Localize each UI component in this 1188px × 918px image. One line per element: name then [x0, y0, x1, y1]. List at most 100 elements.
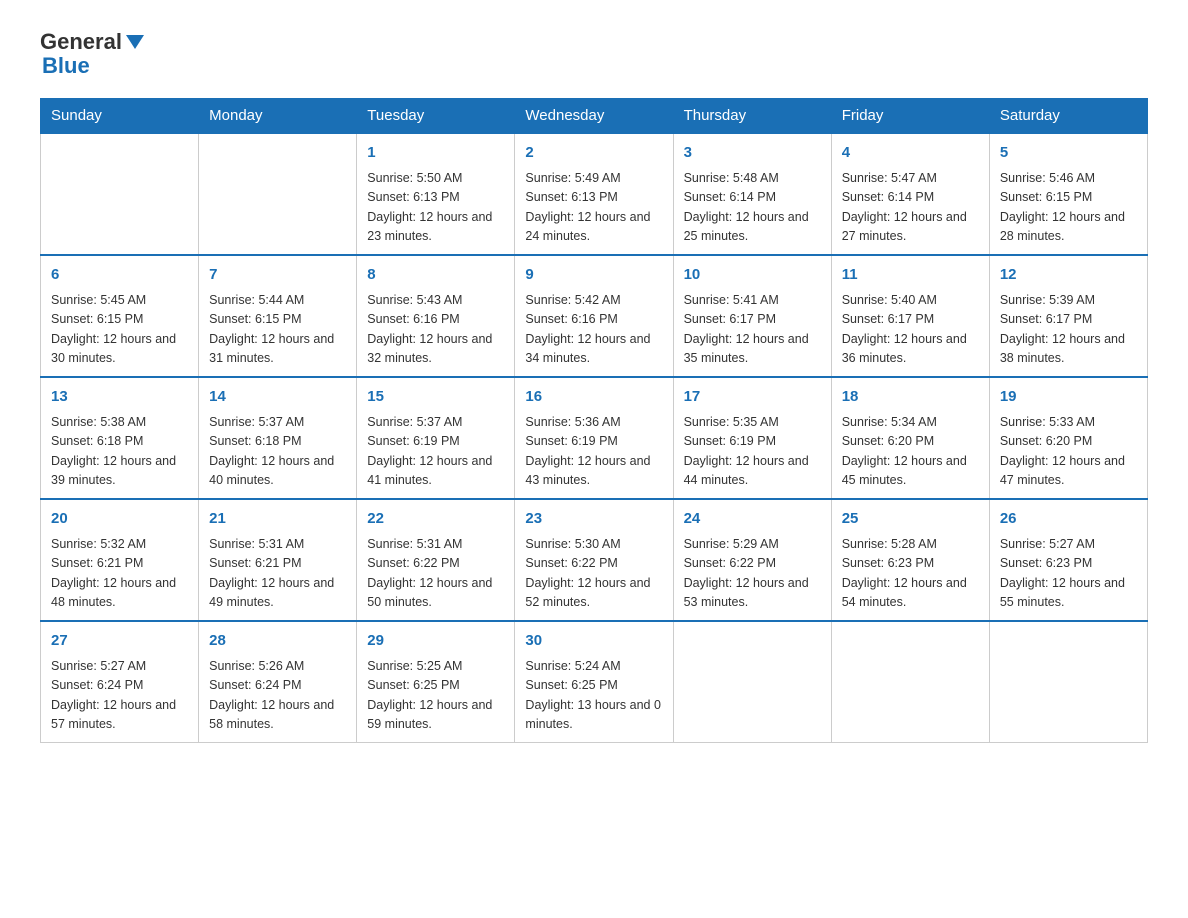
day-cell-10: 10 Sunrise: 5:41 AMSunset: 6:17 PMDayligh… — [673, 255, 831, 377]
col-header-thursday: Thursday — [673, 99, 831, 134]
day-number: 5 — [1000, 142, 1137, 165]
day-info: Sunrise: 5:33 AMSunset: 6:20 PMDaylight:… — [1000, 413, 1137, 491]
day-cell-22: 22Sunrise: 5:31 AMSunset: 6:22 PMDayligh… — [357, 499, 515, 621]
day-number: 19 — [1000, 386, 1137, 409]
logo-general-text: General — [40, 30, 122, 54]
day-info: Sunrise: 5:40 AMSunset: 6:17 PMDaylight:… — [842, 291, 979, 369]
week-row-1: 1Sunrise: 5:50 AMSunset: 6:13 PMDaylight… — [41, 133, 1148, 255]
day-number: 21 — [209, 508, 346, 531]
week-row-3: 13 Sunrise: 5:38 AMSunset: 6:18 PMDayligh… — [41, 377, 1148, 499]
day-number: 12 — [1000, 264, 1137, 287]
day-cell-23: 23 Sunrise: 5:30 AMSunset: 6:22 PMDayligh… — [515, 499, 673, 621]
logo-icon — [126, 35, 144, 49]
day-cell-16: 16 Sunrise: 5:36 AMSunset: 6:19 PMDayligh… — [515, 377, 673, 499]
day-info: Sunrise: 5:30 AMSunset: 6:22 PMDaylight:… — [525, 535, 662, 613]
empty-cell — [989, 621, 1147, 743]
day-info: Sunrise: 5:42 AMSunset: 6:16 PMDaylight:… — [525, 291, 662, 369]
day-cell-19: 19 Sunrise: 5:33 AMSunset: 6:20 PMDayligh… — [989, 377, 1147, 499]
day-info: Sunrise: 5:29 AMSunset: 6:22 PMDaylight:… — [684, 535, 821, 613]
week-row-2: 6 Sunrise: 5:45 AMSunset: 6:15 PMDaylight… — [41, 255, 1148, 377]
col-header-sunday: Sunday — [41, 99, 199, 134]
day-number: 30 — [525, 630, 662, 653]
day-cell-25: 25Sunrise: 5:28 AMSunset: 6:23 PMDayligh… — [831, 499, 989, 621]
day-cell-15: 15 Sunrise: 5:37 AMSunset: 6:19 PMDayligh… — [357, 377, 515, 499]
day-number: 9 — [525, 264, 662, 287]
day-cell-29: 29Sunrise: 5:25 AMSunset: 6:25 PMDayligh… — [357, 621, 515, 743]
day-info: Sunrise: 5:32 AMSunset: 6:21 PMDaylight:… — [51, 535, 188, 613]
logo-group: General Blue — [40, 30, 144, 78]
day-info: Sunrise: 5:31 AMSunset: 6:22 PMDaylight:… — [367, 535, 504, 613]
day-cell-13: 13 Sunrise: 5:38 AMSunset: 6:18 PMDayligh… — [41, 377, 199, 499]
day-cell-17: 17Sunrise: 5:35 AMSunset: 6:19 PMDayligh… — [673, 377, 831, 499]
col-header-saturday: Saturday — [989, 99, 1147, 134]
empty-cell — [41, 133, 199, 255]
day-cell-21: 21 Sunrise: 5:31 AMSunset: 6:21 PMDayligh… — [199, 499, 357, 621]
col-header-monday: Monday — [199, 99, 357, 134]
day-info: Sunrise: 5:38 AMSunset: 6:18 PMDaylight:… — [51, 413, 188, 491]
day-number: 13 — [51, 386, 188, 409]
day-info: Sunrise: 5:36 AMSunset: 6:19 PMDaylight:… — [525, 413, 662, 491]
day-info: Sunrise: 5:45 AMSunset: 6:15 PMDaylight:… — [51, 291, 188, 369]
col-header-friday: Friday — [831, 99, 989, 134]
calendar-table: SundayMondayTuesdayWednesdayThursdayFrid… — [40, 98, 1148, 743]
day-info: Sunrise: 5:39 AMSunset: 6:17 PMDaylight:… — [1000, 291, 1137, 369]
col-header-tuesday: Tuesday — [357, 99, 515, 134]
day-number: 4 — [842, 142, 979, 165]
day-info: Sunrise: 5:49 AMSunset: 6:13 PMDaylight:… — [525, 169, 662, 247]
day-number: 20 — [51, 508, 188, 531]
day-cell-11: 11 Sunrise: 5:40 AMSunset: 6:17 PMDayligh… — [831, 255, 989, 377]
day-number: 11 — [842, 264, 979, 287]
empty-cell — [673, 621, 831, 743]
day-cell-18: 18 Sunrise: 5:34 AMSunset: 6:20 PMDayligh… — [831, 377, 989, 499]
day-number: 3 — [684, 142, 821, 165]
day-info: Sunrise: 5:27 AMSunset: 6:24 PMDaylight:… — [51, 657, 188, 735]
day-cell-4: 4 Sunrise: 5:47 AMSunset: 6:14 PMDaylight… — [831, 133, 989, 255]
day-cell-7: 7 Sunrise: 5:44 AMSunset: 6:15 PMDaylight… — [199, 255, 357, 377]
day-info: Sunrise: 5:48 AMSunset: 6:14 PMDaylight:… — [684, 169, 821, 247]
day-number: 1 — [367, 142, 504, 165]
day-info: Sunrise: 5:37 AMSunset: 6:18 PMDaylight:… — [209, 413, 346, 491]
day-number: 6 — [51, 264, 188, 287]
week-row-4: 20 Sunrise: 5:32 AMSunset: 6:21 PMDayligh… — [41, 499, 1148, 621]
day-number: 24 — [684, 508, 821, 531]
day-number: 29 — [367, 630, 504, 653]
day-number: 10 — [684, 264, 821, 287]
day-number: 15 — [367, 386, 504, 409]
day-info: Sunrise: 5:24 AMSunset: 6:25 PMDaylight:… — [525, 657, 662, 735]
day-cell-9: 9 Sunrise: 5:42 AMSunset: 6:16 PMDaylight… — [515, 255, 673, 377]
day-number: 17 — [684, 386, 821, 409]
empty-cell — [831, 621, 989, 743]
day-number: 25 — [842, 508, 979, 531]
day-cell-24: 24 Sunrise: 5:29 AMSunset: 6:22 PMDayligh… — [673, 499, 831, 621]
day-info: Sunrise: 5:37 AMSunset: 6:19 PMDaylight:… — [367, 413, 504, 491]
day-number: 16 — [525, 386, 662, 409]
day-number: 23 — [525, 508, 662, 531]
day-cell-8: 8 Sunrise: 5:43 AMSunset: 6:16 PMDaylight… — [357, 255, 515, 377]
day-info: Sunrise: 5:47 AMSunset: 6:14 PMDaylight:… — [842, 169, 979, 247]
day-info: Sunrise: 5:46 AMSunset: 6:15 PMDaylight:… — [1000, 169, 1137, 247]
day-cell-14: 14 Sunrise: 5:37 AMSunset: 6:18 PMDayligh… — [199, 377, 357, 499]
day-info: Sunrise: 5:44 AMSunset: 6:15 PMDaylight:… — [209, 291, 346, 369]
day-cell-30: 30 Sunrise: 5:24 AMSunset: 6:25 PMDayligh… — [515, 621, 673, 743]
day-number: 8 — [367, 264, 504, 287]
col-header-wednesday: Wednesday — [515, 99, 673, 134]
day-info: Sunrise: 5:41 AMSunset: 6:17 PMDaylight:… — [684, 291, 821, 369]
day-number: 2 — [525, 142, 662, 165]
day-cell-27: 27Sunrise: 5:27 AMSunset: 6:24 PMDayligh… — [41, 621, 199, 743]
day-number: 7 — [209, 264, 346, 287]
day-info: Sunrise: 5:31 AMSunset: 6:21 PMDaylight:… — [209, 535, 346, 613]
day-info: Sunrise: 5:26 AMSunset: 6:24 PMDaylight:… — [209, 657, 346, 735]
day-info: Sunrise: 5:43 AMSunset: 6:16 PMDaylight:… — [367, 291, 504, 369]
day-number: 14 — [209, 386, 346, 409]
day-info: Sunrise: 5:34 AMSunset: 6:20 PMDaylight:… — [842, 413, 979, 491]
day-cell-5: 5 Sunrise: 5:46 AMSunset: 6:15 PMDaylight… — [989, 133, 1147, 255]
day-cell-1: 1Sunrise: 5:50 AMSunset: 6:13 PMDaylight… — [357, 133, 515, 255]
day-info: Sunrise: 5:27 AMSunset: 6:23 PMDaylight:… — [1000, 535, 1137, 613]
calendar-header-row: SundayMondayTuesdayWednesdayThursdayFrid… — [41, 99, 1148, 134]
day-cell-6: 6 Sunrise: 5:45 AMSunset: 6:15 PMDaylight… — [41, 255, 199, 377]
day-cell-12: 12 Sunrise: 5:39 AMSunset: 6:17 PMDayligh… — [989, 255, 1147, 377]
logo: General Blue — [40, 30, 144, 78]
day-number: 18 — [842, 386, 979, 409]
day-cell-20: 20 Sunrise: 5:32 AMSunset: 6:21 PMDayligh… — [41, 499, 199, 621]
week-row-5: 27Sunrise: 5:27 AMSunset: 6:24 PMDayligh… — [41, 621, 1148, 743]
